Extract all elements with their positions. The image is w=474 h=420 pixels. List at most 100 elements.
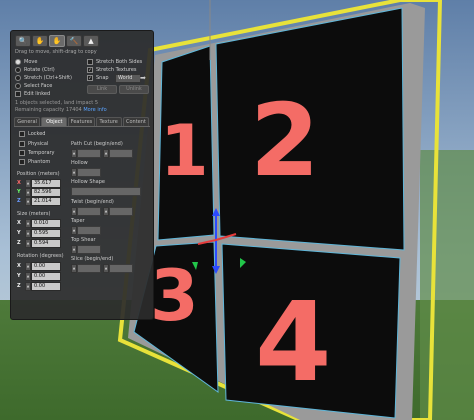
mode-rotate[interactable]: Rotate (Ctrl) <box>15 67 55 73</box>
locked-label: Locked <box>28 131 46 137</box>
capacity-text: Remaining capacity 17404 <box>15 107 82 113</box>
link-button[interactable]: Link <box>87 85 117 94</box>
size-y-axis: Y <box>17 230 21 236</box>
path-cut-begin-field[interactable] <box>77 149 101 158</box>
size-x-axis: X <box>17 220 21 226</box>
tool-focus-button[interactable]: 🔍 <box>15 35 31 47</box>
mode-stretch-label: Stretch (Ctrl+Shift) <box>24 75 72 81</box>
slice-begin-field[interactable] <box>77 264 101 273</box>
stretch-textures[interactable]: ✓ Stretch Textures <box>87 67 137 73</box>
physical-label: Physical <box>28 141 49 147</box>
mode-rotate-radio[interactable] <box>15 67 21 73</box>
tool-create-icon: 🔨 <box>69 37 79 45</box>
stretch-textures-label: Stretch Textures <box>96 67 137 73</box>
tab-content[interactable]: Content <box>122 117 150 126</box>
mode-move[interactable]: Move <box>15 59 37 65</box>
tile-number-3: 3 <box>150 255 199 337</box>
tool-land-icon: ▲ <box>88 37 94 45</box>
position-y-axis: Y <box>17 189 21 195</box>
stretch-both-label: Stretch Both Sides <box>96 59 143 65</box>
tab-bar: General Object Features Texture Content <box>14 117 150 127</box>
slice-end-field[interactable] <box>109 264 133 273</box>
hint-text: Drag to move, shift-drag to copy <box>15 49 97 55</box>
capacity-status: Remaining capacity 17404 More info <box>15 107 107 113</box>
snap-option[interactable]: ✓ Snap <box>87 75 109 81</box>
slice-label: Slice (begin/end) <box>71 256 114 262</box>
rotation-x-axis: X <box>17 263 21 269</box>
twist-end-field[interactable] <box>109 207 133 216</box>
rotation-z-field[interactable]: 0.00 <box>31 282 61 291</box>
tab-texture[interactable]: Texture <box>95 117 122 126</box>
position-z-field[interactable]: 21.014 <box>31 197 61 206</box>
size-y-field[interactable]: 0.595 <box>31 229 61 238</box>
phantom-label: Phantom <box>28 159 51 165</box>
snap-checkbox[interactable]: ✓ <box>87 75 93 81</box>
twist-begin-field[interactable] <box>77 207 101 216</box>
hollow-shape-label: Hollow Shape <box>71 179 105 185</box>
temporary-label: Temporary <box>28 150 55 156</box>
top-shear-label: Top Shear <box>71 237 96 243</box>
edit-linked-checkbox[interactable] <box>15 91 21 97</box>
position-x-field[interactable]: 35.617 <box>31 179 61 188</box>
tab-general[interactable]: General <box>14 117 41 126</box>
rotation-x-field[interactable]: 0.00 <box>31 262 61 271</box>
edit-linked-label: Edit linked <box>24 91 51 97</box>
hollow-field[interactable] <box>77 168 101 177</box>
stretch-textures-checkbox[interactable]: ✓ <box>87 67 93 73</box>
tab-features[interactable]: Features <box>68 117 95 126</box>
mode-select-face-label: Select Face <box>24 83 53 89</box>
mode-select-face-radio[interactable] <box>15 83 21 89</box>
rotation-label: Rotation (degrees) <box>17 253 64 259</box>
size-label: Size (meters) <box>17 211 51 217</box>
top-shear-x-field[interactable] <box>77 245 101 254</box>
size-z-field[interactable]: 0.594 <box>31 239 61 248</box>
tile-number-2: 2 <box>250 82 320 199</box>
position-z-axis: Z <box>17 198 21 204</box>
phantom-option[interactable]: Phantom <box>19 159 50 165</box>
mode-move-radio[interactable] <box>15 59 21 65</box>
locked-option[interactable]: Locked <box>19 131 45 137</box>
phantom-checkbox[interactable] <box>19 159 25 165</box>
rotation-y-axis: Y <box>17 273 21 279</box>
twist-label: Twist (begin/end) <box>71 199 114 205</box>
size-x-field[interactable]: 0.010 <box>31 219 61 228</box>
position-label: Position (meters) <box>17 171 60 177</box>
selection-status: 1 objects selected, land impact 5 <box>15 100 99 106</box>
mode-stretch-radio[interactable] <box>15 75 21 81</box>
path-cut-end-field[interactable] <box>109 149 133 158</box>
physical-checkbox[interactable] <box>19 141 25 147</box>
tile-number-4: 4 <box>255 278 332 406</box>
mode-select-face[interactable]: Select Face <box>15 83 52 89</box>
unlink-button[interactable]: Unlink <box>119 85 149 94</box>
mode-rotate-label: Rotate (Ctrl) <box>24 67 55 73</box>
tool-focus-icon: 🔍 <box>18 37 28 45</box>
position-y-field[interactable]: 82.596 <box>31 188 61 197</box>
edit-linked[interactable]: Edit linked <box>15 91 50 97</box>
ground-right <box>420 150 474 420</box>
mode-move-label: Move <box>24 59 38 65</box>
temporary-option[interactable]: Temporary <box>19 150 55 156</box>
tool-edit-button[interactable]: ✋ <box>49 35 65 47</box>
tool-move-button[interactable]: ✋ <box>32 35 48 47</box>
snap-label: Snap <box>96 75 109 81</box>
temporary-checkbox[interactable] <box>19 150 25 156</box>
locked-checkbox[interactable] <box>19 131 25 137</box>
tool-move-icon: ✋ <box>35 37 45 45</box>
snap-arrow-icon[interactable]: ➡ <box>140 74 146 82</box>
physical-option[interactable]: Physical <box>19 141 48 147</box>
taper-x-field[interactable] <box>77 226 101 235</box>
tool-land-button[interactable]: ▲ <box>83 35 99 47</box>
tool-create-button[interactable]: 🔨 <box>66 35 82 47</box>
snap-mode-dropdown[interactable]: World <box>115 74 141 83</box>
more-info-link[interactable]: More info <box>83 107 106 113</box>
tab-object[interactable]: Object <box>41 117 68 126</box>
stretch-both-sides[interactable]: Stretch Both Sides <box>87 59 142 65</box>
build-tools-floater: 🔍 ✋ ✋ 🔨 ▲ Drag to move, shift-drag to copy M… <box>10 30 154 320</box>
size-z-axis: Z <box>17 240 21 246</box>
rotation-y-field[interactable]: 0.00 <box>31 272 61 281</box>
hollow-shape-dropdown[interactable] <box>71 187 141 196</box>
mode-stretch[interactable]: Stretch (Ctrl+Shift) <box>15 75 72 81</box>
position-x-axis: X <box>17 180 21 186</box>
stretch-both-checkbox[interactable] <box>87 59 93 65</box>
tile-number-1: 1 <box>160 110 209 192</box>
